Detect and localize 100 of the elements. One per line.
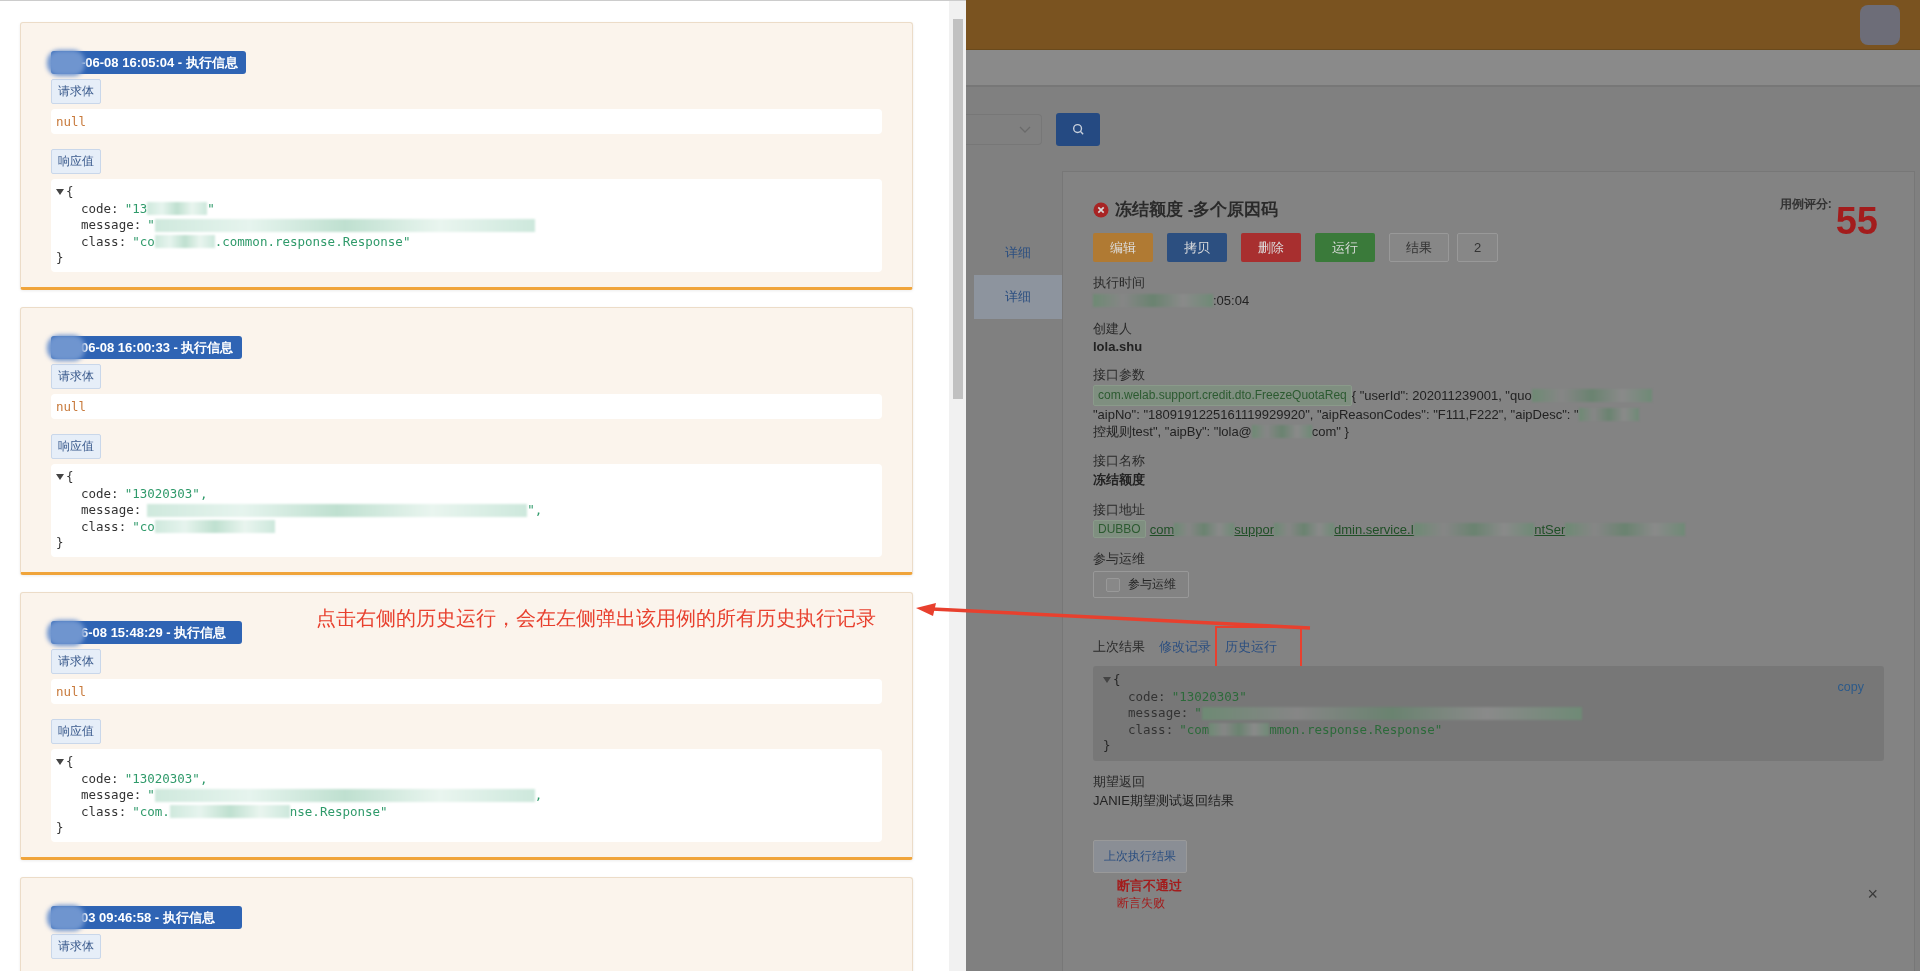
collapse-toggle-icon[interactable] [1103, 677, 1111, 684]
field-label: 期望返回 [1093, 772, 1146, 791]
response-tag: 响应值 [51, 719, 101, 744]
request-tag: 请求体 [51, 649, 101, 674]
protocol-tag: DUBBO [1093, 520, 1146, 538]
field-label: 创建人 [1093, 320, 1133, 338]
value-text: dmin.service.I [1334, 521, 1415, 537]
creator-value: lola.shu [1093, 339, 1144, 354]
request-body: null [51, 394, 882, 419]
value-text: com" } [1311, 423, 1349, 440]
value-text: "13020303", [124, 485, 208, 502]
avatar[interactable] [1860, 4, 1900, 45]
time-text: 6-08 15:48:29 - 执行信息 [81, 623, 227, 642]
detail-link[interactable]: 详细 [974, 231, 1062, 275]
json-key: class: [81, 518, 127, 535]
tab[interactable]: 上次结果 [1093, 638, 1145, 656]
assertion-detail: 断言失败 [1117, 894, 1166, 912]
json-key: code: [81, 770, 119, 787]
value-text: ", [527, 502, 543, 519]
request-tag: 请求体 [51, 364, 101, 389]
action-button[interactable]: 拷贝 [1167, 233, 1227, 262]
json-key: code: [1128, 688, 1166, 705]
value-text: " [1194, 705, 1202, 722]
value-text: "com. [132, 803, 170, 820]
response-tag: 响应值 [51, 149, 101, 174]
select-field[interactable] [966, 114, 1042, 145]
blurred-text [154, 235, 215, 249]
value-text: mmon.response.Response" [1269, 721, 1443, 738]
tab[interactable]: 修改记录 [1159, 638, 1211, 656]
value-text: 控规则test", "aipBy": "lola@ [1093, 423, 1252, 440]
brace-text: } [1103, 738, 1111, 755]
json-key: message: [1128, 705, 1189, 722]
value-text: suppor [1234, 521, 1274, 537]
json-key: message: [81, 217, 142, 234]
field-label: 接口参数 [1093, 366, 1146, 384]
value-text: "co [132, 518, 155, 535]
blurred-text [1274, 522, 1334, 536]
value-text: "co [132, 233, 155, 250]
time-text: 03 09:46:58 - 执行信息 [81, 908, 215, 927]
field-label: 接口地址 [1093, 501, 1146, 519]
response-tag: 响应值 [51, 434, 101, 459]
request-tag: 请求体 [51, 79, 101, 104]
json-key: message: [81, 787, 142, 804]
blurred-text [1251, 425, 1312, 438]
json-key: code: [81, 485, 119, 502]
request-body: null [51, 679, 882, 704]
expected-value: JANIE期望测试返回结果 [1093, 791, 1235, 810]
json-key: class: [1128, 721, 1174, 738]
field-label: 执行时间 [1093, 274, 1146, 292]
value-text: nse.Response" [289, 803, 388, 820]
scrollbar[interactable] [949, 1, 966, 971]
assertion-title: 断言不通过 [1117, 876, 1182, 895]
json-key: message: [81, 502, 142, 519]
value-text: " [207, 200, 215, 217]
value-text: , [534, 787, 543, 804]
collapse-toggle-icon[interactable] [56, 474, 64, 481]
copy-link[interactable]: copy [1837, 680, 1864, 694]
blurred-text [1209, 723, 1270, 737]
json-key: class: [81, 233, 127, 250]
detail-link[interactable]: 详细 [974, 275, 1062, 319]
ops-checkbox[interactable]: 参与运维 [1093, 571, 1189, 598]
search-button[interactable] [1056, 113, 1100, 146]
search-icon [1071, 123, 1085, 136]
value-text: com [1149, 521, 1175, 537]
close-button[interactable]: × [1867, 884, 1878, 905]
request-body: null [51, 109, 882, 134]
value-text: :05:04 [1213, 293, 1250, 308]
tab[interactable]: 历史运行 [1225, 638, 1277, 656]
brace-text: } [56, 535, 64, 552]
value-text: "13020303", [124, 770, 208, 787]
action-button[interactable]: 2 [1457, 233, 1499, 262]
score-value: 55 [1835, 200, 1878, 243]
value-text: { "userId": 202011239001, "quo [1351, 387, 1532, 404]
time-text: 06-08 16:00:33 - 执行信息 [81, 338, 234, 357]
request-tag: 请求体 [51, 934, 101, 959]
field-label: 参与运维 [1093, 550, 1146, 568]
api-name-value: 冻结额度 [1093, 471, 1146, 489]
value-text: .common.response.Response" [214, 233, 411, 250]
brace-text: { [66, 184, 74, 201]
collapse-toggle-icon[interactable] [56, 759, 64, 766]
brace-text: { [1113, 672, 1121, 689]
action-button[interactable]: 删除 [1241, 233, 1301, 262]
case-title: 冻结额度 -多个原因码 [1115, 199, 1279, 221]
value-text: ntSer [1534, 521, 1566, 537]
action-button[interactable]: 结果 [1389, 233, 1449, 262]
checkbox-label: 参与运维 [1128, 576, 1176, 593]
value-text: "13 [124, 200, 148, 217]
collapse-toggle-icon[interactable] [56, 189, 64, 196]
last-result-button[interactable]: 上次执行结果 [1093, 839, 1187, 873]
value-text: " [147, 787, 155, 804]
brace-text: { [66, 469, 74, 486]
brace-text: { [66, 754, 74, 771]
json-key: class: [81, 803, 127, 820]
json-key: code: [81, 200, 119, 217]
action-button[interactable]: 运行 [1315, 233, 1375, 262]
blurred-text [1578, 408, 1639, 421]
action-button[interactable]: 编辑 [1093, 233, 1153, 262]
brace-text: } [56, 250, 64, 267]
score-label: 用例评分: [1779, 196, 1832, 213]
time-text: -06-08 16:05:04 - 执行信息 [81, 53, 238, 72]
